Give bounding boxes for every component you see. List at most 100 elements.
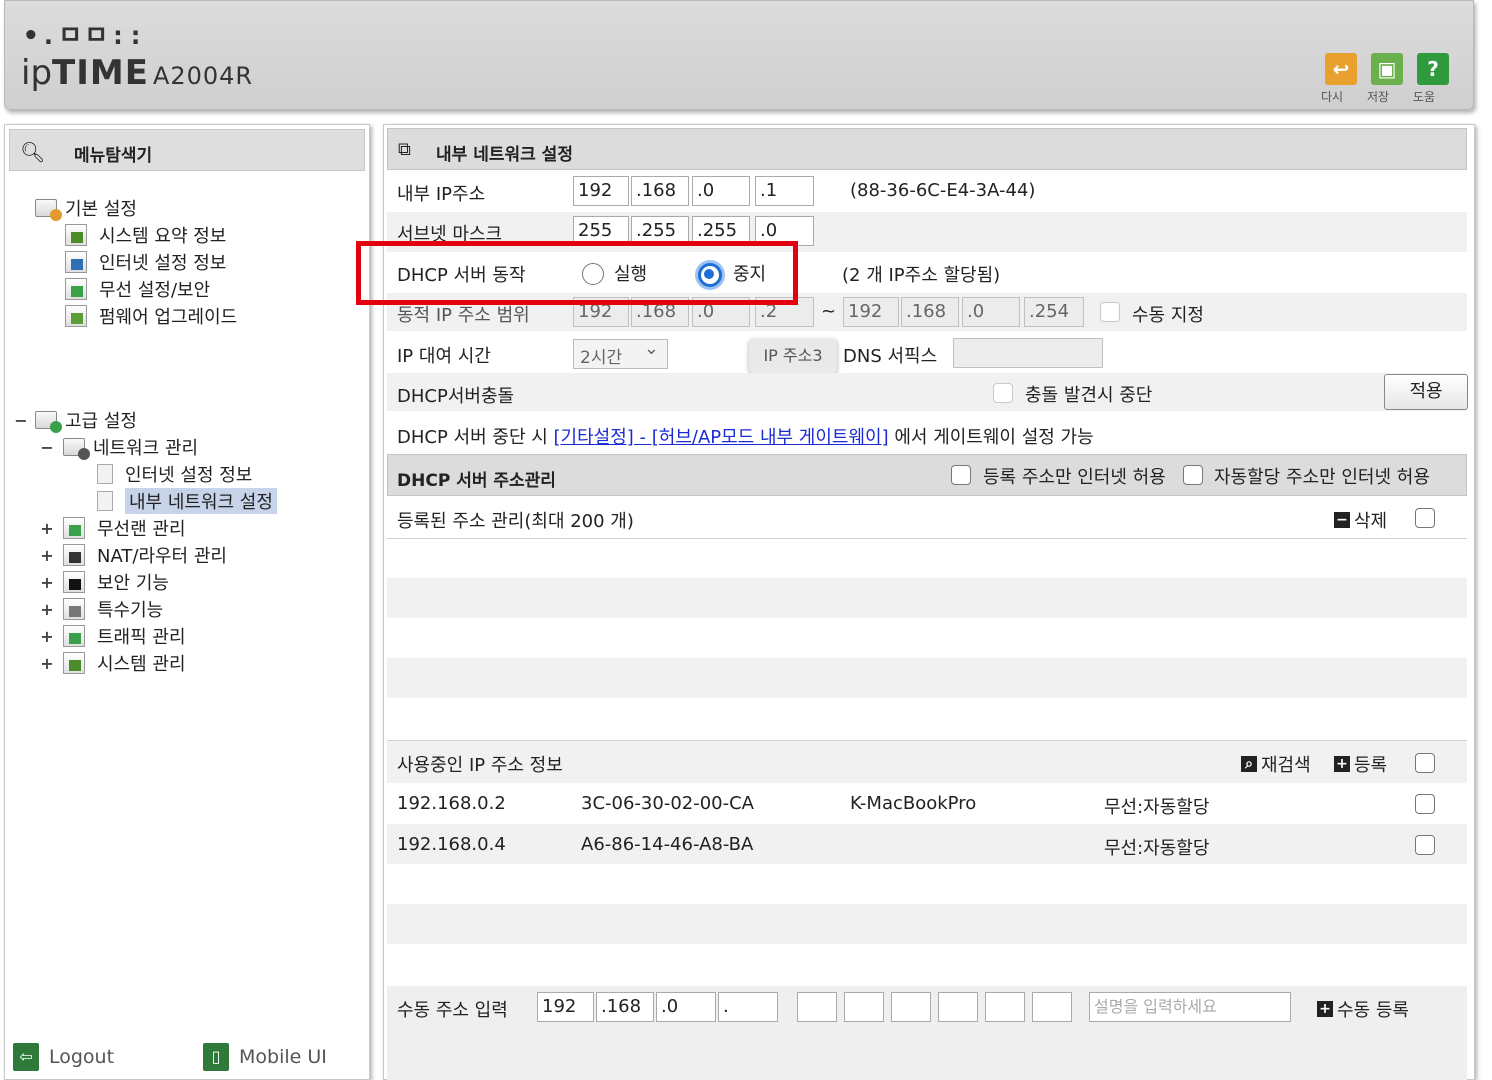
manual-range-checkbox[interactable] <box>1100 302 1120 322</box>
manual-mac-1[interactable] <box>797 992 837 1022</box>
collapse-icon[interactable]: − <box>13 411 29 430</box>
tree-basic-settings-label: 기본 설정 <box>65 199 137 220</box>
tree-wireless-security[interactable]: 무선 설정/보안 <box>65 276 210 302</box>
row-checkbox[interactable] <box>1415 794 1435 814</box>
tree-security[interactable]: + 보안 기능 <box>39 569 169 595</box>
manual-mac-2[interactable] <box>844 992 884 1022</box>
expand-icon[interactable]: + <box>39 519 55 538</box>
tree-internal-network[interactable]: 내부 네트워크 설정 <box>97 488 277 514</box>
tree-network-management[interactable]: − 네트워크 관리 <box>39 434 198 460</box>
manual-ip-octet-1[interactable]: 192 <box>537 992 594 1022</box>
tree-net-internet-info-label: 인터넷 설정 정보 <box>125 465 253 486</box>
wifi-icon <box>65 278 87 300</box>
manual-ip-octet-3[interactable]: .0 <box>656 992 716 1022</box>
logout-icon: ⇦ <box>13 1043 39 1071</box>
tree-net-internet-info[interactable]: 인터넷 설정 정보 <box>97 461 252 487</box>
mac-address: (88-36-6C-E4-3A-44) <box>850 180 1036 201</box>
tree-basic-settings[interactable]: 기본 설정 <box>35 195 137 221</box>
expand-icon[interactable]: + <box>39 627 55 646</box>
manual-mac-3[interactable] <box>891 992 931 1022</box>
manual-register-button[interactable]: + 수동 등록 <box>1317 996 1409 1022</box>
tree-wlan-management-label: 무선랜 관리 <box>97 519 186 540</box>
tree-traffic[interactable]: + 트래픽 관리 <box>39 623 186 649</box>
tree-special[interactable]: + 특수기능 <box>39 596 163 622</box>
menu-explorer: 🔍︎ 메뉴탐색기 기본 설정 시스템 요약 정보 인터넷 설정 정보 무선 설정… <box>4 124 370 1080</box>
rescan-label: 재검색 <box>1261 755 1311 776</box>
manual-mac-5[interactable] <box>985 992 1025 1022</box>
tree-nat-router[interactable]: + NAT/라우터 관리 <box>39 542 227 568</box>
expand-icon[interactable]: + <box>39 600 55 619</box>
auto-only-checkbox[interactable] <box>1183 465 1203 485</box>
reload-button[interactable]: ↩ 다시 <box>1321 53 1361 104</box>
registered-only-checkbox[interactable] <box>951 465 971 485</box>
range-end-octet-3[interactable]: .0 <box>962 297 1020 327</box>
dhcp-stop-label[interactable]: 중지 <box>733 260 766 286</box>
tree-advanced-settings[interactable]: − 고급 설정 <box>13 407 137 433</box>
tree-firmware-upgrade[interactable]: 펌웨어 업그레이드 <box>65 303 237 329</box>
mobile-ui-button[interactable]: ▯ Mobile UI <box>203 1043 327 1071</box>
range-end-octet-4[interactable]: .254 <box>1024 297 1084 327</box>
row-checkbox[interactable] <box>1415 835 1435 855</box>
expand-icon[interactable]: + <box>39 573 55 592</box>
internal-ip-octet-1[interactable]: 192 <box>573 176 629 206</box>
dns-suffix-label: DNS 서픽스 <box>843 346 938 367</box>
help-button[interactable]: ? 도움 <box>1413 53 1453 104</box>
tree-nat-router-label: NAT/라우터 관리 <box>97 546 227 567</box>
bar-chart-icon <box>63 652 85 674</box>
internal-ip-octet-3[interactable]: .0 <box>692 176 750 206</box>
range-start-octet-4[interactable]: .2 <box>755 297 814 327</box>
rescan-button[interactable]: ⌕ 재검색 <box>1241 751 1311 777</box>
dhcp-stop-radio[interactable] <box>698 263 722 287</box>
manual-ip-octet-2[interactable]: .168 <box>596 992 654 1022</box>
plus-icon: + <box>1334 756 1350 772</box>
delete-button[interactable]: − 삭제 <box>1334 507 1387 533</box>
tree-internet-info[interactable]: 인터넷 설정 정보 <box>65 249 226 275</box>
tree-internal-network-label: 내부 네트워크 설정 <box>125 488 277 514</box>
collapse-icon[interactable]: − <box>39 438 55 457</box>
conflict-stop-checkbox[interactable] <box>993 383 1013 403</box>
row-mac: A6-86-14-46-A8-BA <box>581 834 754 855</box>
expand-icon[interactable]: + <box>39 654 55 673</box>
register-label: 등록 <box>1354 755 1388 776</box>
subnet-octet-1[interactable]: 255 <box>573 216 629 246</box>
dhcp-run-label[interactable]: 실행 <box>614 260 647 286</box>
range-separator: ~ <box>821 301 837 322</box>
range-start-octet-2[interactable]: .168 <box>631 297 689 327</box>
lease-time-select[interactable]: 2시간 <box>573 338 668 369</box>
apply-button[interactable]: 적용 <box>1384 374 1468 410</box>
dns-suffix-input[interactable] <box>953 338 1103 368</box>
dhcp-run-radio[interactable] <box>582 263 604 285</box>
range-end-octet-2[interactable]: .168 <box>901 297 959 327</box>
range-start-octet-1[interactable]: 192 <box>573 297 629 327</box>
hub-ap-gateway-link[interactable]: [기타설정] - [허브/AP모드 내부 게이트웨이] <box>554 427 889 448</box>
manual-ip-octet-4[interactable]: . <box>718 992 778 1022</box>
conflict-stop-label: 충돌 발견시 중단 <box>1025 385 1153 406</box>
menu-explorer-header: 🔍︎ 메뉴탐색기 <box>9 129 365 171</box>
subnet-octet-2[interactable]: .255 <box>631 216 689 246</box>
subnet-octet-4[interactable]: .0 <box>755 216 814 246</box>
logo: ipTIME A2004R <box>21 53 253 93</box>
in-use-select-all-checkbox[interactable] <box>1415 753 1435 773</box>
internal-ip-octet-2[interactable]: .168 <box>631 176 689 206</box>
tree-wlan-management[interactable]: + 무선랜 관리 <box>39 515 186 541</box>
register-button[interactable]: + 등록 <box>1334 751 1387 777</box>
tree-traffic-label: 트래픽 관리 <box>97 627 186 648</box>
tree-system-summary-label: 시스템 요약 정보 <box>99 226 227 247</box>
tree-system-summary[interactable]: 시스템 요약 정보 <box>65 222 226 248</box>
save-button[interactable]: ▣ 저장 <box>1367 53 1407 104</box>
registered-select-all-checkbox[interactable] <box>1415 508 1435 528</box>
manual-mac-6[interactable] <box>1032 992 1072 1022</box>
range-start-octet-3[interactable]: .0 <box>692 297 750 327</box>
description-input[interactable]: 설명을 입력하세요 <box>1089 992 1291 1022</box>
manual-mac-4[interactable] <box>938 992 978 1022</box>
subnet-octet-3[interactable]: .255 <box>692 216 750 246</box>
logout-button[interactable]: ⇦ Logout <box>13 1043 114 1071</box>
tree-system-management[interactable]: + 시스템 관리 <box>39 650 186 676</box>
expand-icon[interactable]: + <box>39 546 55 565</box>
gateway-note-suffix: 에서 게이트웨이 설정 가능 <box>888 427 1094 448</box>
logout-label: Logout <box>49 1046 115 1068</box>
range-end-octet-1[interactable]: 192 <box>843 297 899 327</box>
internal-ip-octet-4[interactable]: .1 <box>755 176 814 206</box>
row-band <box>387 824 1467 864</box>
wifi-icon <box>63 517 85 539</box>
